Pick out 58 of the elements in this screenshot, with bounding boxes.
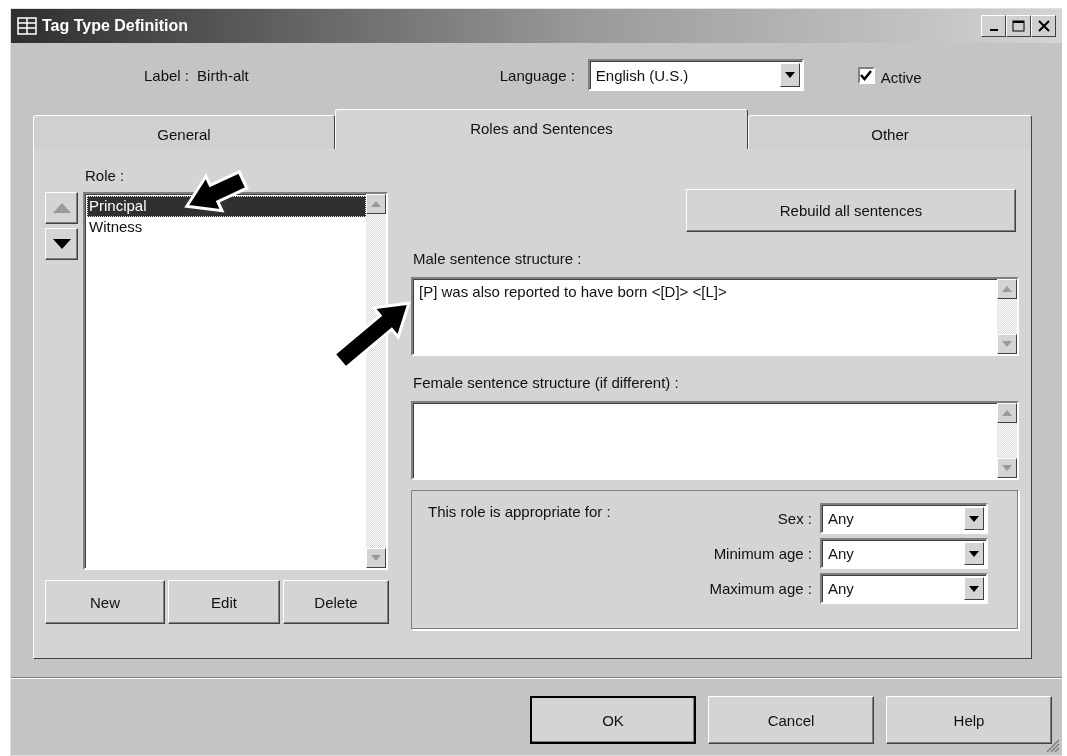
triangle-up-icon [1002,286,1012,292]
maximize-button[interactable] [1006,15,1031,37]
triangle-up-icon [52,203,71,213]
field-label: Label : [144,66,190,84]
tab[interactable]: Other [748,115,1032,149]
button[interactable]: Help [886,696,1052,744]
tab[interactable]: General [33,115,335,149]
minimize-icon [989,29,998,31]
button[interactable]: New [45,580,165,624]
label-value: Birth-alt [197,66,249,84]
caret-icon [784,72,795,78]
scrollbar[interactable] [997,279,1017,354]
button[interactable]: Delete [283,580,389,624]
form-icon [17,17,37,35]
caret-icon [969,550,979,557]
dropdown[interactable]: Any [820,503,988,534]
field-label: Male sentence structure : [413,250,583,267]
triangle-down-icon [1002,465,1012,471]
field-label: Female sentence structure (if different) : [413,374,680,391]
caret-icon [969,585,979,592]
rebuild-button[interactable]: Rebuild all sentences [686,189,1016,232]
field-label: Role : [85,167,126,184]
language-dropdown[interactable]: English (U.S.) [587,59,804,91]
close-icon [1037,20,1050,32]
button[interactable]: OK [530,696,696,744]
pointer-arrow [184,169,249,213]
checkbox[interactable] [857,66,875,84]
triangle-up-icon [1002,410,1012,416]
window-title: Tag Type Definition [42,17,190,35]
move-up-button[interactable] [45,192,78,224]
dropdown[interactable]: Any [820,538,988,569]
text-area[interactable] [411,401,1019,480]
caret-icon [969,515,979,522]
close-button[interactable] [1031,15,1056,37]
role-list[interactable]: Principal Witness [83,192,388,570]
list-item[interactable]: Principal [87,196,366,217]
maximize-icon [1012,20,1025,32]
field-label: Maximum age : [709,580,812,597]
button[interactable]: Edit [168,580,280,624]
triangle-down-icon [371,555,381,561]
tab[interactable]: Roles and Sentences [335,109,748,149]
field-label: Sex : [777,510,812,527]
minimize-button[interactable] [981,15,1006,37]
field-label: Language : [499,66,575,84]
triangle-down-icon [1002,341,1012,347]
checkbox-label: Active [880,68,922,86]
resize-grip-icon [1044,737,1060,753]
group-label: This role is appropriate for : [428,503,611,522]
text-area[interactable]: [P] was also reported to have born <[D]> <[L]> [411,277,1019,356]
list-item[interactable]: Witness [87,217,366,238]
triangle-up-icon [371,201,381,207]
field-label: Minimum age : [713,545,812,562]
button[interactable]: Cancel [708,696,874,744]
scrollbar[interactable] [366,194,386,568]
move-down-button[interactable] [45,228,78,260]
triangle-down-icon [52,239,71,249]
dropdown[interactable]: Any [820,573,988,604]
scrollbar[interactable] [997,403,1017,478]
